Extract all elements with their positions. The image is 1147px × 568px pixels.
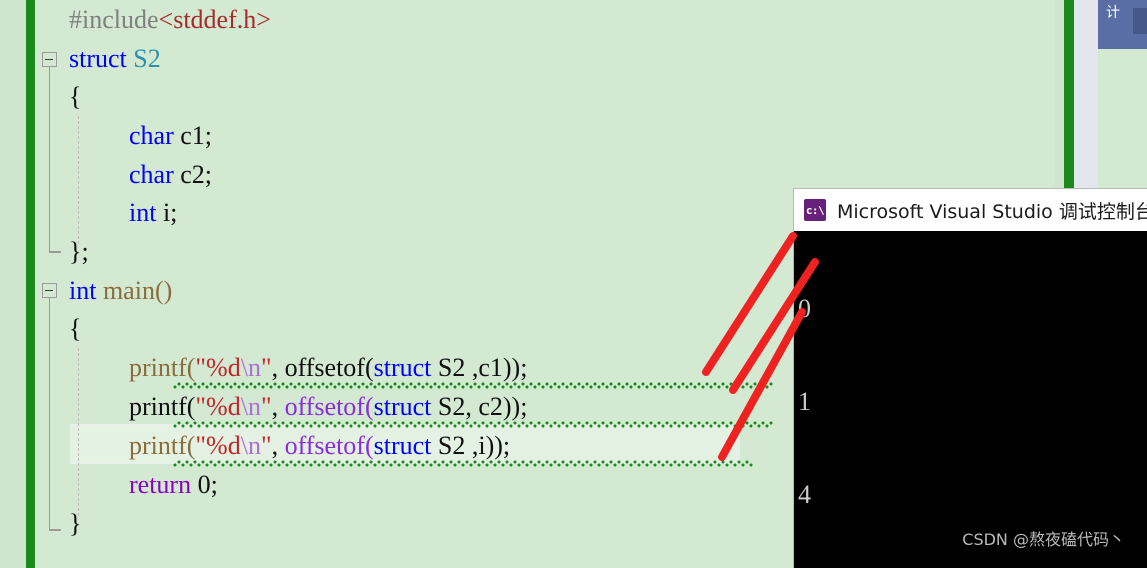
- token-arg-sep-3: ,: [271, 431, 285, 460]
- tool-window-label: 计: [1106, 5, 1120, 21]
- token-format-spec-3: %d: [206, 431, 241, 460]
- error-squiggle-3: [173, 460, 753, 468]
- token-arg-sep-1: ,: [271, 353, 285, 382]
- code-line-include[interactable]: #include<stddef.h>: [69, 1, 271, 40]
- token-arg-s2-c2: S2, c2));: [437, 392, 528, 421]
- code-line-close-brace-main[interactable]: }: [69, 505, 81, 544]
- token-quote-close-2: ": [260, 392, 272, 421]
- token-quote-open-2: ": [195, 392, 207, 421]
- console-title-text: Microsoft Visual Studio 调试控制台: [837, 200, 1147, 223]
- token-quote-open-1: ": [195, 353, 207, 382]
- code-line-struct[interactable]: struct S2: [69, 40, 161, 79]
- token-function-main: main(): [102, 276, 173, 305]
- token-quote-open-3: ": [195, 431, 207, 460]
- code-line-open-brace-struct[interactable]: {: [69, 78, 81, 117]
- token-function-printf-3: printf(: [129, 431, 196, 460]
- console-output-line-0: 0: [798, 294, 811, 323]
- console-output-line-1: 1: [798, 387, 811, 416]
- token-open-brace: {: [69, 82, 82, 111]
- token-macro-offsetof-3: offsetof(: [284, 431, 374, 460]
- token-arg-s2-c1: S2 ,c1));: [437, 353, 528, 382]
- token-escape-2: \n: [240, 392, 261, 421]
- token-var-c2: c2;: [180, 160, 213, 189]
- code-line-char-c1[interactable]: char c1;: [129, 117, 212, 156]
- token-var-i: i;: [162, 198, 178, 227]
- token-keyword-struct: struct: [69, 44, 127, 73]
- csdn-watermark: CSDN @熬夜磕代码丶: [962, 530, 1125, 549]
- code-line-return[interactable]: return 0;: [129, 466, 218, 505]
- console-title-bar[interactable]: c:\ Microsoft Visual Studio 调试控制台: [794, 189, 1147, 231]
- token-quote-close-3: ": [260, 431, 272, 460]
- token-close-brace: }: [69, 509, 82, 538]
- token-keyword-int-1: int: [129, 198, 157, 227]
- token-keyword-char-1: char: [129, 121, 174, 150]
- debug-console-window[interactable]: c:\ Microsoft Visual Studio 调试控制台 0 1 4 …: [793, 188, 1147, 568]
- console-app-icon: c:\: [804, 199, 826, 221]
- token-function-printf-1: printf(: [129, 353, 196, 382]
- console-output-line-2: 4: [798, 480, 811, 509]
- token-function-printf-2: printf(: [129, 392, 196, 421]
- token-macro-offsetof-2: offsetof(: [284, 392, 374, 421]
- token-arg-s2-i: S2 ,i));: [437, 431, 511, 460]
- token-macro-offsetof-1: offsetof(: [284, 353, 374, 382]
- token-arg-struct-3: struct: [373, 431, 432, 460]
- token-keyword-return: return: [129, 470, 192, 499]
- token-struct-end: };: [69, 237, 89, 266]
- code-line-open-brace-main[interactable]: {: [69, 310, 81, 349]
- tool-window-panel-accent: [1133, 8, 1147, 34]
- screenshot-root: #include<stddef.h> struct S2 { char c1; …: [0, 0, 1147, 568]
- tool-window-panel[interactable]: 计: [1098, 0, 1147, 49]
- token-arg-struct-1: struct: [373, 353, 432, 382]
- token-var-c1: c1;: [180, 121, 213, 150]
- token-include-directive: #include: [69, 5, 159, 34]
- token-arg-sep-2: ,: [271, 392, 285, 421]
- token-quote-close-1: ": [260, 353, 272, 382]
- token-header-name: <stddef.h>: [158, 5, 271, 34]
- token-escape-3: \n: [240, 431, 261, 460]
- code-line-main[interactable]: int main(): [69, 272, 172, 311]
- token-format-spec-1: %d: [206, 353, 241, 382]
- code-line-int-i[interactable]: int i;: [129, 194, 177, 233]
- token-return-value: 0;: [197, 470, 218, 499]
- console-output-area[interactable]: 0 1 4 D:\Code\test_c\test_7_16\x64\ 按任意键…: [794, 231, 1147, 568]
- token-type-s2: S2: [133, 44, 161, 73]
- token-escape-1: \n: [240, 353, 261, 382]
- token-format-spec-2: %d: [206, 392, 241, 421]
- token-keyword-int-2: int: [69, 276, 97, 305]
- token-open-brace: {: [69, 314, 82, 343]
- code-line-char-c2[interactable]: char c2;: [129, 156, 212, 195]
- saved-changes-indicator: [26, 0, 35, 568]
- token-arg-struct-2: struct: [373, 392, 432, 421]
- editor-left-edge: [0, 0, 26, 568]
- code-line-struct-end[interactable]: };: [69, 233, 89, 272]
- token-keyword-char-2: char: [129, 160, 174, 189]
